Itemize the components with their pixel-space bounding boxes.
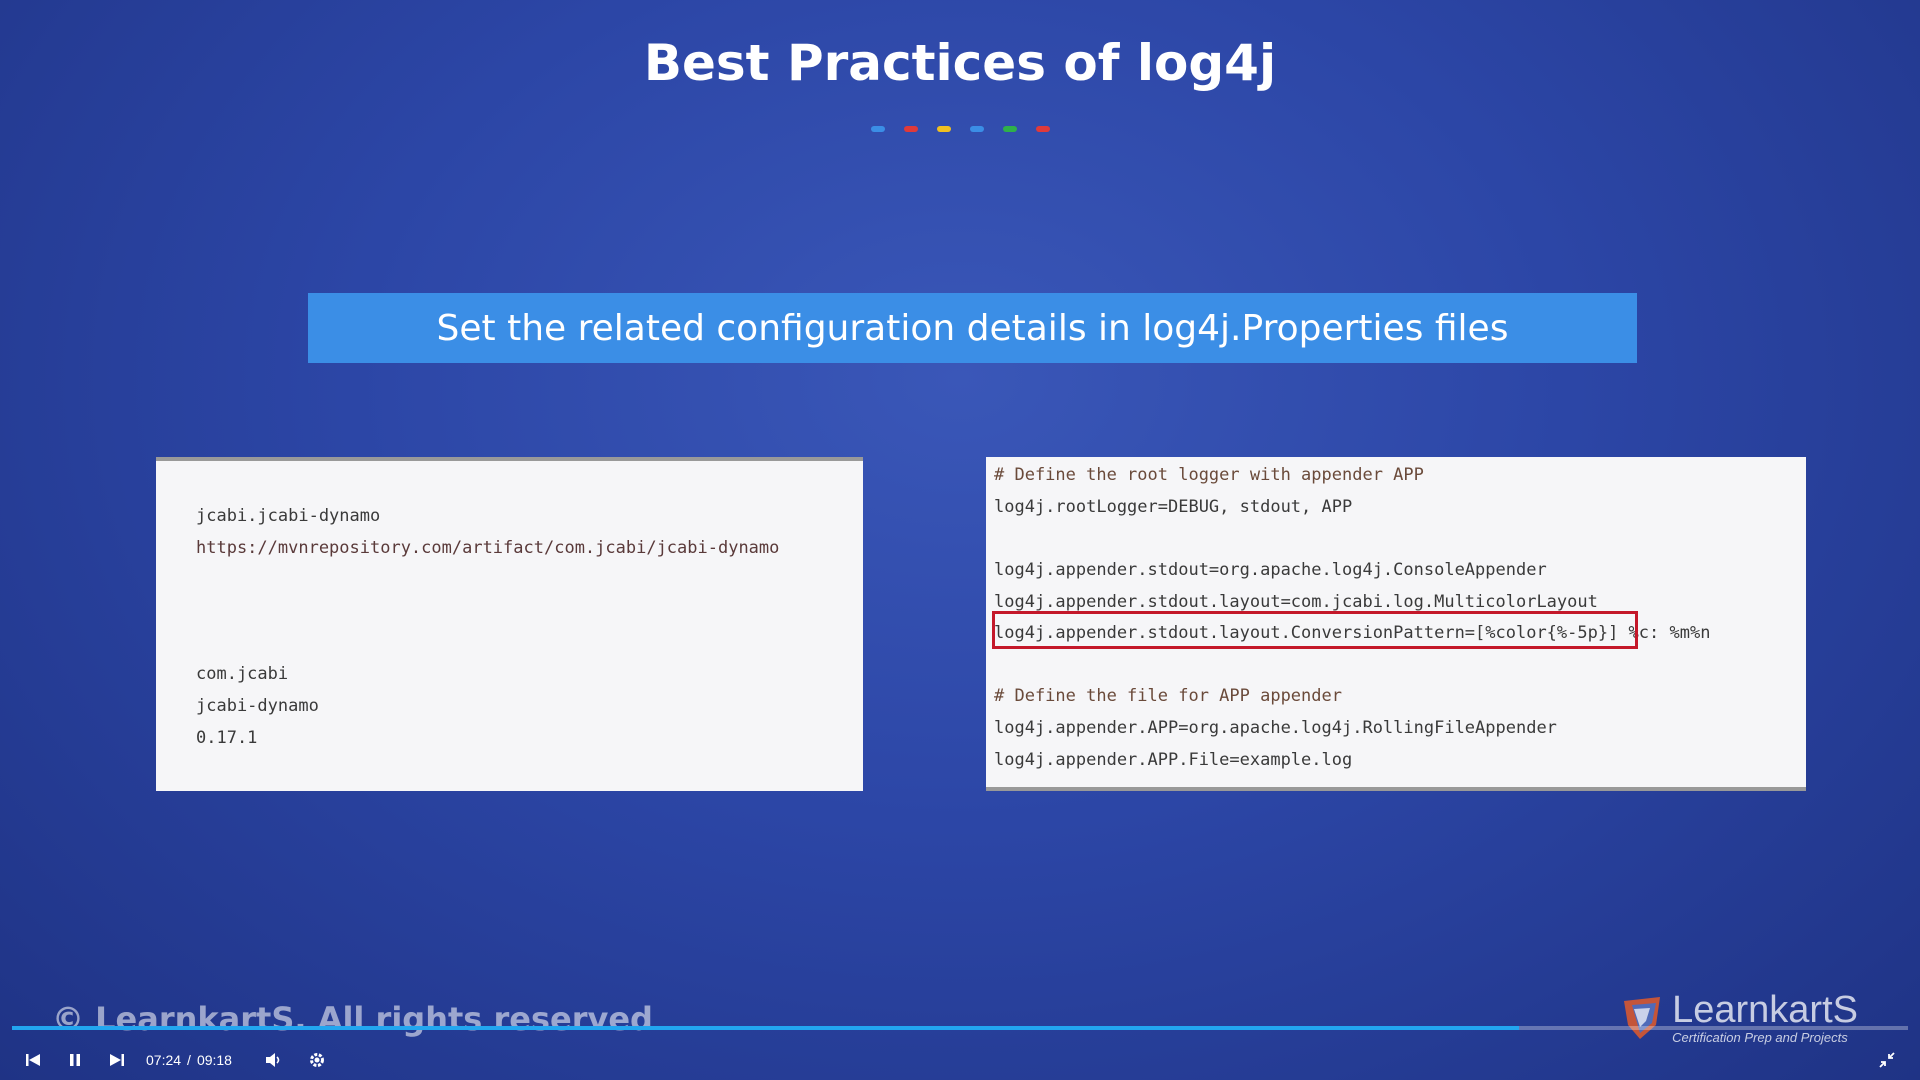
code-line: com.jcabi xyxy=(196,664,289,684)
code-line: 0.17.1 xyxy=(196,728,258,748)
dot-red xyxy=(903,126,918,132)
exit-fullscreen-icon[interactable] xyxy=(1870,1052,1904,1068)
duration: 09:18 xyxy=(196,1052,232,1068)
progress-played xyxy=(12,1026,1520,1030)
maven-dependency-panel: jcabi.jcabi-dynamo https://mvnrepository… xyxy=(156,457,863,791)
dot-blue xyxy=(969,126,984,132)
copyright-watermark: © LearnkartS. All rights reserved xyxy=(52,1000,653,1038)
code-line: log4j.rootLogger=DEBUG, stdout, APP xyxy=(994,497,1353,517)
code-line: jcabi-dynamo xyxy=(196,696,319,716)
brand-logo-block: LearnkartS Certification Prep and Projec… xyxy=(1620,990,1858,1045)
pause-icon[interactable] xyxy=(58,1052,92,1068)
code-comment: # Define the file for APP appender xyxy=(994,686,1342,706)
highlight-box xyxy=(992,611,1638,649)
slide-title: Best Practices of log4j xyxy=(643,34,1277,92)
learnkarts-logo-icon xyxy=(1624,996,1661,1039)
code-line: log4j.appender.stdout=org.apache.log4j.C… xyxy=(994,560,1547,580)
dot-blue xyxy=(870,126,885,132)
dot-red xyxy=(1035,126,1050,132)
code-comment: # Define the root logger with appender A… xyxy=(994,465,1424,485)
time-separator: / xyxy=(187,1052,191,1068)
player-controls: 07:24 / 09:18 xyxy=(0,1040,1920,1080)
current-time: 07:24 xyxy=(146,1052,182,1068)
skip-next-icon[interactable] xyxy=(100,1052,134,1068)
dot-green xyxy=(1002,126,1017,132)
code-line: log4j.appender.APP=org.apache.log4j.Roll… xyxy=(994,718,1557,738)
skip-previous-icon[interactable] xyxy=(16,1052,50,1068)
properties-file-panel: # Define the root logger with appender A… xyxy=(986,457,1806,791)
code-line: jcabi.jcabi-dynamo xyxy=(196,506,381,526)
volume-icon[interactable] xyxy=(256,1051,290,1069)
subtitle-banner: Set the related configuration details in… xyxy=(308,293,1637,363)
dot-yellow xyxy=(936,126,951,132)
code-line: log4j.appender.stdout.layout=com.jcabi.l… xyxy=(994,592,1598,612)
brand-name: LearnkartS xyxy=(1672,989,1858,1031)
code-line: https://mvnrepository.com/artifact/com.j… xyxy=(196,538,780,558)
code-line: log4j.appender.APP.File=example.log xyxy=(994,750,1353,770)
decorative-dots xyxy=(0,126,1920,132)
video-progress-bar[interactable] xyxy=(12,1026,1908,1030)
gear-icon[interactable] xyxy=(300,1051,334,1069)
